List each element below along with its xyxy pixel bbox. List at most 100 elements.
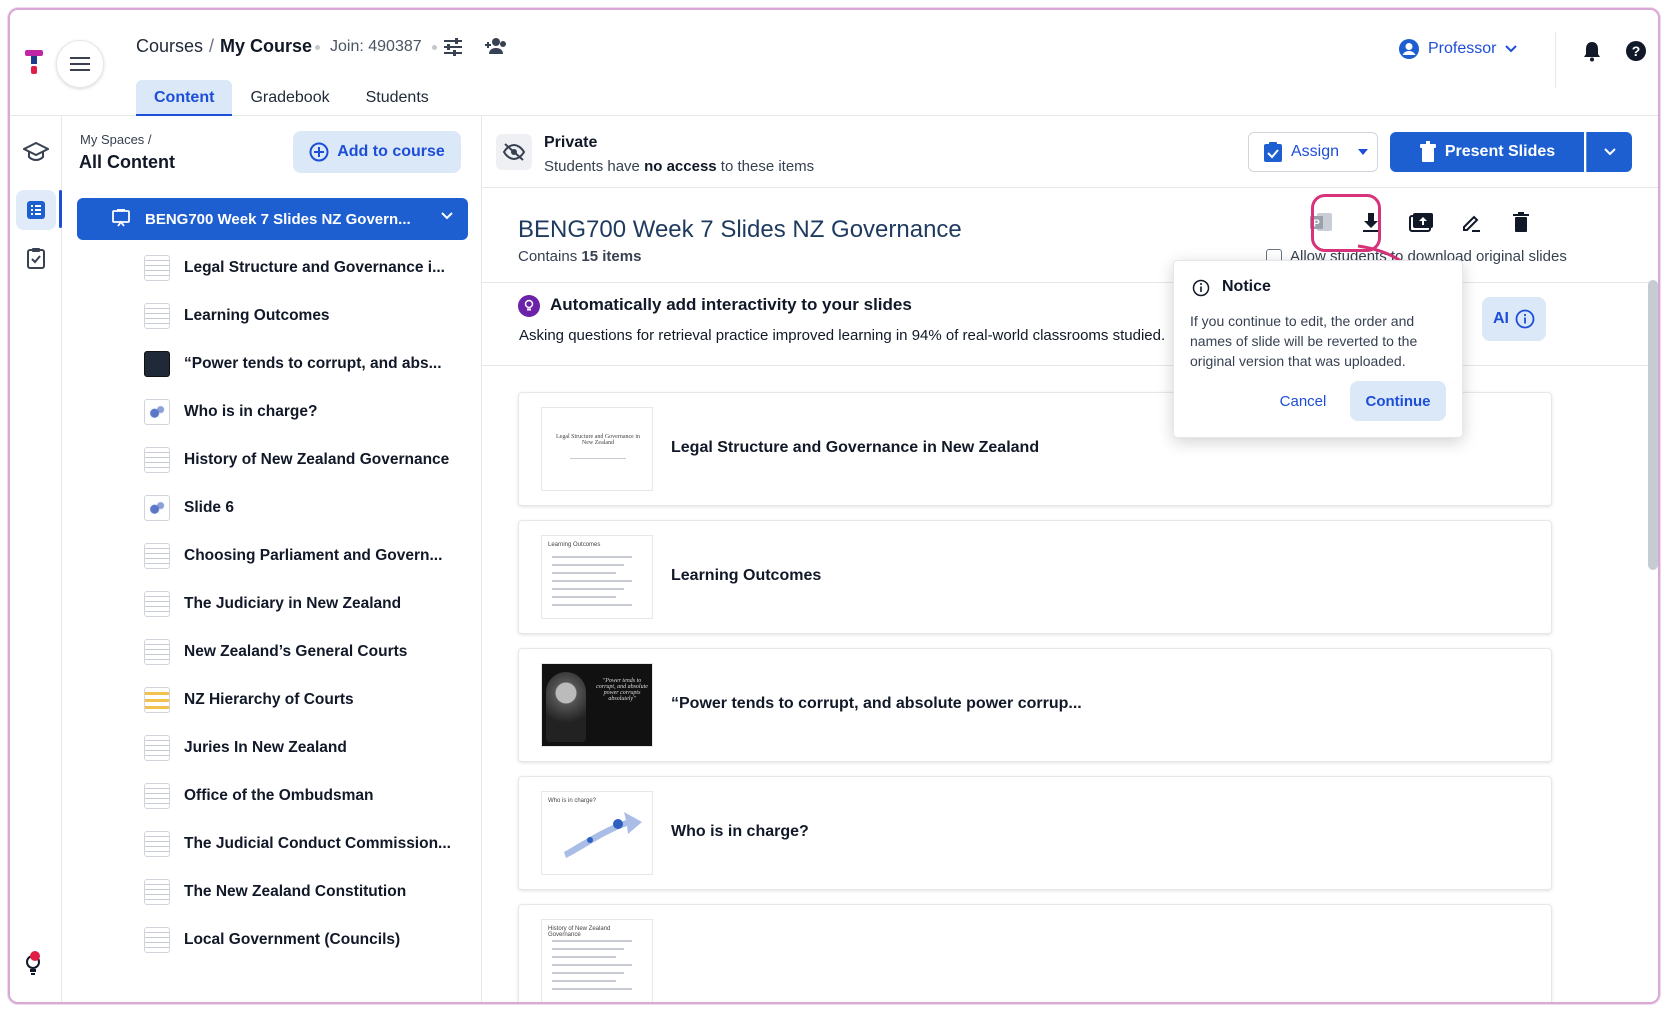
thumbnail-line: [552, 940, 632, 942]
sidebar-slide-item[interactable]: New Zealand’s General Courts: [144, 628, 464, 676]
sidebar-slide-item[interactable]: The New Zealand Constitution: [144, 868, 464, 916]
thumbnail-arrow-graphic: [564, 812, 642, 858]
tab-content[interactable]: Content: [136, 80, 233, 116]
slide-list: Legal Structure and Governance i... Learn…: [144, 244, 464, 964]
present-slides-label: Present Slides: [1444, 143, 1556, 160]
graduation-cap-icon: [23, 141, 49, 162]
thumbnail-line: [552, 972, 624, 974]
sidebar-slide-item[interactable]: Juries In New Zealand: [144, 724, 464, 772]
sidebar-slide-item[interactable]: NZ Hierarchy of Courts: [144, 676, 464, 724]
slide-cards: Legal Structure and Governance in New Ze…: [518, 392, 1552, 1002]
upload-slides-icon[interactable]: [1407, 208, 1435, 236]
deck-count-prefix: Contains: [518, 248, 582, 265]
privacy-title: Private: [544, 134, 598, 151]
present-options-dropdown[interactable]: [1586, 132, 1632, 172]
app-logo-icon: [25, 50, 43, 74]
sidebar-slide-item[interactable]: History of New Zealand Governance: [144, 436, 464, 484]
present-slides-button[interactable]: Present Slides: [1390, 132, 1584, 172]
slide-card[interactable]: Who is in charge? Who is in charge?: [518, 776, 1552, 890]
sidebar-slide-item[interactable]: Local Government (Councils): [144, 916, 464, 964]
sidebar-title: All Content: [79, 152, 175, 172]
sidebar-slide-item[interactable]: Who is in charge?: [144, 388, 464, 436]
thumbnail-line: [552, 596, 616, 598]
tab-gradebook[interactable]: Gradebook: [232, 80, 347, 116]
deck-item-selected[interactable]: BENG700 Week 7 Slides NZ Govern...: [77, 198, 468, 240]
dot-separator: [431, 44, 437, 50]
add-to-course-label: Add to course: [337, 143, 445, 160]
breadcrumb-separator: /: [209, 36, 215, 56]
slide-thumbnail: [144, 351, 170, 377]
left-rail: [10, 116, 62, 1002]
list-icon: [27, 201, 45, 219]
slide-thumbnail: [144, 591, 170, 617]
thumbnail-text: "Power tends to corrupt, and absolute po…: [596, 678, 648, 702]
help-icon[interactable]: ?: [1625, 40, 1647, 62]
lightbulb-badge-icon: [518, 295, 540, 317]
sidebar-slide-item[interactable]: The Judiciary in New Zealand: [144, 580, 464, 628]
slide-card-thumbnail: "Power tends to corrupt, and absolute po…: [541, 663, 653, 747]
rail-content[interactable]: [16, 190, 56, 230]
thumbnail-text: History of New Zealand Governance: [548, 926, 611, 938]
thumbnail-text: Legal Structure and Governance in New Ze…: [556, 434, 640, 446]
chevron-down-icon[interactable]: [440, 209, 454, 223]
breadcrumb-courses[interactable]: Courses: [136, 36, 203, 57]
ai-button[interactable]: AI: [1482, 297, 1546, 341]
notice-continue-button[interactable]: Continue: [1350, 381, 1446, 421]
slide-card-title: Who is in charge?: [671, 823, 809, 840]
podium-icon: [1419, 141, 1436, 162]
add-people-icon[interactable]: [484, 36, 508, 58]
user-menu[interactable]: Professor: [1398, 38, 1518, 60]
rail-assignments[interactable]: [16, 238, 56, 278]
slide-title: History of New Zealand Governance: [184, 451, 450, 468]
plus-circle-icon: [309, 142, 329, 162]
slide-card-thumbnail: Who is in charge?: [541, 791, 653, 875]
edit-icon[interactable]: [1457, 208, 1485, 236]
slide-thumbnail: [144, 543, 170, 569]
tab-students[interactable]: Students: [348, 80, 447, 116]
info-icon: [1515, 309, 1535, 329]
sidebar-slide-item[interactable]: Choosing Parliament and Govern...: [144, 532, 464, 580]
breadcrumb: Courses / My Course: [136, 36, 312, 57]
slide-thumbnail: [144, 831, 170, 857]
sidebar-slide-item[interactable]: Slide 6: [144, 484, 464, 532]
assign-button[interactable]: Assign: [1248, 132, 1378, 172]
sidebar-slide-item[interactable]: Learning Outcomes: [144, 292, 464, 340]
join-code: Join: 490387: [315, 38, 437, 56]
rail-courses[interactable]: [16, 132, 56, 172]
sidebar-slide-item[interactable]: Legal Structure and Governance i...: [144, 244, 464, 292]
deck-title: BENG700 Week 7 Slides NZ Governance: [518, 216, 962, 243]
thumbnail-line: [552, 556, 632, 558]
slide-thumbnail: [144, 399, 170, 425]
svg-text:?: ?: [1632, 43, 1641, 59]
top-bar: Courses / My Course Join: 490387 Content…: [10, 10, 1658, 116]
interactivity-title: Automatically add interactivity to your …: [550, 295, 912, 314]
user-role-label: Professor: [1428, 40, 1497, 57]
settings-sliders-icon[interactable]: [442, 36, 464, 58]
deck-item-count: Contains 15 items: [518, 248, 641, 265]
bell-icon[interactable]: [1582, 40, 1602, 62]
slide-card[interactable]: History of New Zealand Governance: [518, 904, 1552, 1002]
slide-thumbnail: [144, 495, 170, 521]
sidebar-slide-item[interactable]: “Power tends to corrupt, and abs...: [144, 340, 464, 388]
add-to-course-button[interactable]: Add to course: [293, 131, 461, 173]
sidebar-path[interactable]: My Spaces /: [80, 132, 152, 147]
thumbnail-line: [552, 980, 616, 982]
tips-button[interactable]: [22, 951, 44, 982]
slide-card[interactable]: "Power tends to corrupt, and absolute po…: [518, 648, 1552, 762]
trash-icon[interactable]: [1507, 208, 1535, 236]
course-actions: [442, 36, 508, 58]
slide-title: NZ Hierarchy of Courts: [184, 691, 354, 708]
scrollbar[interactable]: [1648, 280, 1658, 570]
eye-off-icon[interactable]: [496, 134, 532, 170]
privacy-sub-suffix: to these items: [716, 158, 815, 175]
notice-cancel-button[interactable]: Cancel: [1272, 383, 1334, 419]
presentation-icon: [112, 209, 130, 227]
sidebar-slide-item[interactable]: Office of the Ombudsman: [144, 772, 464, 820]
hamburger-icon: [70, 57, 90, 71]
menu-button[interactable]: [56, 40, 104, 88]
sidebar-slide-item[interactable]: The Judicial Conduct Commission...: [144, 820, 464, 868]
privacy-bar: Private Students have no access to these…: [482, 116, 1658, 188]
assign-clipboard-icon: [1264, 142, 1282, 162]
slide-card[interactable]: Learning Outcomes Learning Outcomes: [518, 520, 1552, 634]
breadcrumb-current: My Course: [220, 36, 313, 56]
